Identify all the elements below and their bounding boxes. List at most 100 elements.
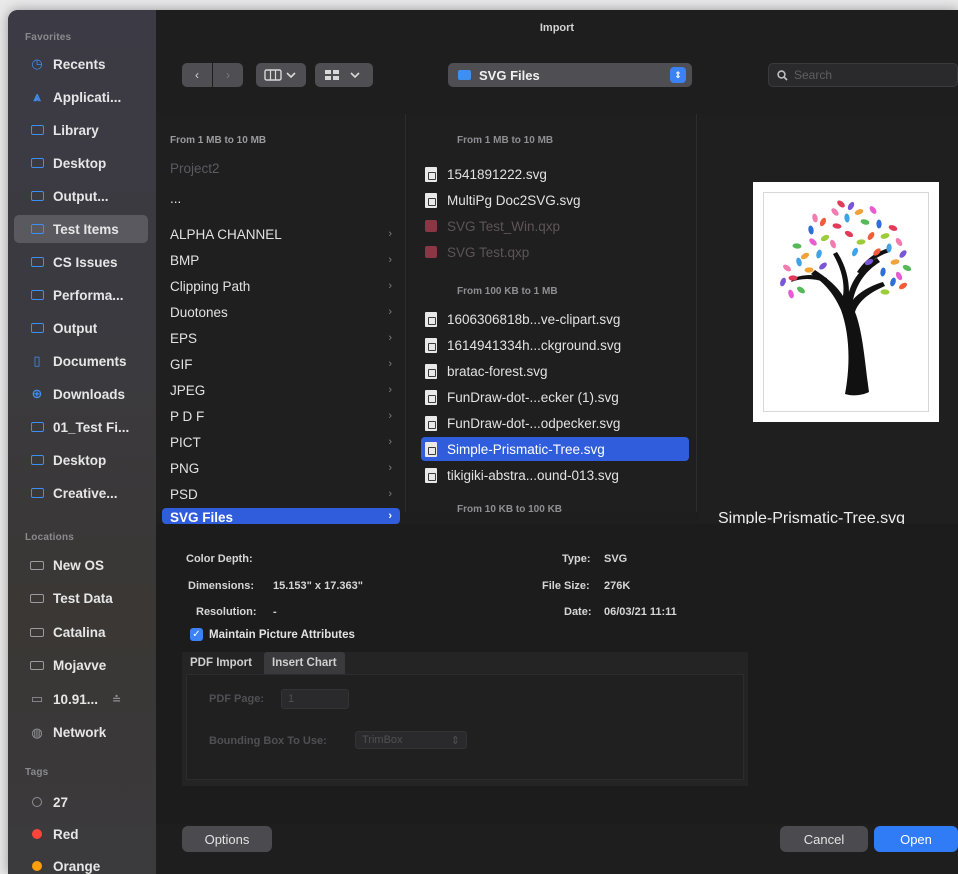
sidebar-item-label: Desktop xyxy=(53,155,107,171)
leaf xyxy=(832,223,842,229)
folder-row[interactable]: JPEG › xyxy=(162,378,400,402)
cancel-button[interactable]: Cancel xyxy=(780,826,868,852)
pdf-page-field[interactable]: 1 xyxy=(281,689,349,709)
leaf xyxy=(860,219,870,225)
folder-row[interactable]: GIF › xyxy=(162,352,400,376)
open-button[interactable]: Open xyxy=(874,826,958,852)
sidebar-favorite-10[interactable]: ⊕ Downloads xyxy=(14,380,148,408)
updown-icon: ⇕ xyxy=(450,734,460,747)
file-row[interactable]: FunDraw-dot-...odpecker.svg xyxy=(421,411,689,435)
folder-row[interactable]: PICT › xyxy=(162,430,400,454)
search-icon xyxy=(777,69,788,81)
tab-insert-chart[interactable]: Insert Chart xyxy=(264,652,345,674)
folder-row[interactable]: PSD › xyxy=(162,482,400,506)
disk-icon xyxy=(28,661,46,670)
sidebar-favorite-0[interactable]: ◷ Recents xyxy=(14,50,148,78)
folder-row[interactable]: SVG Files › xyxy=(162,508,400,524)
folder-row[interactable]: P D F › xyxy=(162,404,400,428)
chevron-right-icon: › xyxy=(388,410,392,422)
leaf xyxy=(902,264,912,272)
tag-dot-icon xyxy=(28,861,46,871)
file-row[interactable]: 1541891222.svg xyxy=(421,162,689,186)
leaf xyxy=(899,250,907,258)
sidebar-location-3[interactable]: Mojavve xyxy=(14,652,148,680)
folder-row[interactable]: EPS › xyxy=(162,326,400,350)
leaf xyxy=(780,277,786,287)
sidebar-location-2[interactable]: Catalina xyxy=(14,618,148,646)
leaf xyxy=(890,259,900,265)
location-label: SVG Files xyxy=(479,67,540,83)
file-row-label: tikigiki-abstra...ound-013.svg xyxy=(447,467,619,483)
sidebar: Favorites ◷ Recents ⩓ Applicati... Library Des… xyxy=(8,10,156,874)
maintain-attributes-checkbox[interactable]: ✓ Maintain Picture Attributes xyxy=(190,628,355,641)
file-row[interactable]: MultiPg Doc2SVG.svg xyxy=(421,188,689,212)
sidebar-favorite-9[interactable]: ▯ Documents xyxy=(14,347,148,375)
group-view-button[interactable] xyxy=(315,63,373,87)
tab-pdf-import[interactable]: PDF Import xyxy=(182,652,260,674)
file-row[interactable]: bratac-forest.svg xyxy=(421,359,689,383)
folder-icon xyxy=(458,70,471,80)
sidebar-location-1[interactable]: Test Data xyxy=(14,585,148,613)
folder-row[interactable]: PNG › xyxy=(162,456,400,480)
bounding-box-popup[interactable]: TrimBox ⇕ xyxy=(355,731,467,749)
sidebar-tag-2[interactable]: Orange xyxy=(14,852,148,874)
sidebar-tag-0[interactable]: 27 xyxy=(14,788,148,816)
location-popup[interactable]: SVG Files ⇕ xyxy=(448,63,692,87)
folder-row[interactable]: ... xyxy=(162,186,400,210)
sidebar-item-label: Performa... xyxy=(53,287,124,303)
sidebar-item-label: Recents xyxy=(53,56,106,72)
sidebar-favorite-2[interactable]: Library xyxy=(14,116,148,144)
file-row[interactable]: Simple-Prismatic-Tree.svg xyxy=(421,437,689,461)
folder-row[interactable]: Duotones › xyxy=(162,300,400,324)
folder-row[interactable]: ALPHA CHANNEL › xyxy=(162,222,400,246)
folder-row-label: PNG xyxy=(170,460,200,476)
column-2-header: From 1 MB to 10 MB xyxy=(457,135,554,146)
file-row[interactable]: 1614941334h...ckground.svg xyxy=(421,333,689,357)
desktop-icon xyxy=(28,158,46,168)
sidebar-favorite-13[interactable]: Creative... xyxy=(14,479,148,507)
sidebar-item-label: New OS xyxy=(53,557,105,573)
file-row[interactable]: SVG Test_Win.qxp xyxy=(421,214,689,238)
locations-header: Locations xyxy=(25,532,75,543)
folder-row-label: Clipping Path xyxy=(170,278,251,294)
preview-pane: Simple-Prismatic-Tree.svg xyxy=(698,114,958,527)
dimensions-label: Dimensions: xyxy=(188,580,255,592)
folder-row[interactable]: Project2 xyxy=(162,156,400,180)
folder-row-label: EPS xyxy=(170,330,198,346)
disk-icon xyxy=(28,594,46,603)
column-view-button[interactable] xyxy=(256,63,306,87)
leaf xyxy=(876,219,882,229)
sidebar-tag-1[interactable]: Red xyxy=(14,820,148,848)
folder-row-label: SVG Files xyxy=(170,510,234,524)
search-input[interactable] xyxy=(794,68,944,82)
forward-button[interactable]: › xyxy=(213,63,243,87)
sidebar-favorite-5[interactable]: Test Items xyxy=(14,215,148,243)
search-field[interactable] xyxy=(768,63,958,87)
eject-icon[interactable]: ≐ xyxy=(112,693,121,706)
file-row[interactable]: SVG Test.qxp xyxy=(421,240,689,264)
leaf xyxy=(837,200,845,208)
back-button[interactable]: ‹ xyxy=(182,63,212,87)
folder-row[interactable]: Clipping Path › xyxy=(162,274,400,298)
file-row[interactable]: 1606306818b...ve-clipart.svg xyxy=(421,307,689,331)
folder-row[interactable]: BMP › xyxy=(162,248,400,272)
file-row-label: 1541891222.svg xyxy=(447,166,547,182)
options-button[interactable]: Options xyxy=(182,826,272,852)
sidebar-favorite-6[interactable]: CS Issues xyxy=(14,248,148,276)
network-icon: ◍ xyxy=(31,724,43,740)
sidebar-location-5[interactable]: ◍ Network xyxy=(14,719,148,747)
sidebar-favorite-1[interactable]: ⩓ Applicati... xyxy=(14,83,148,111)
column-2-subheader-10kb: From 10 KB to 100 KB xyxy=(457,504,563,515)
sidebar-favorite-7[interactable]: Performa... xyxy=(14,281,148,309)
leaf xyxy=(844,213,850,223)
file-row[interactable]: FunDraw-dot-...ecker (1).svg xyxy=(421,385,689,409)
sidebar-favorite-11[interactable]: 01_Test Fi... xyxy=(14,413,148,441)
sidebar-location-4[interactable]: ▭ 10.91... ≐ xyxy=(14,685,148,713)
sidebar-location-0[interactable]: New OS xyxy=(14,551,148,579)
sidebar-favorite-12[interactable]: Desktop xyxy=(14,446,148,474)
file-row[interactable]: tikigiki-abstra...ound-013.svg xyxy=(421,463,689,487)
leaf xyxy=(792,243,802,249)
sidebar-favorite-4[interactable]: Output... xyxy=(14,182,148,210)
sidebar-favorite-3[interactable]: Desktop xyxy=(14,149,148,177)
sidebar-favorite-8[interactable]: Output xyxy=(14,314,148,342)
